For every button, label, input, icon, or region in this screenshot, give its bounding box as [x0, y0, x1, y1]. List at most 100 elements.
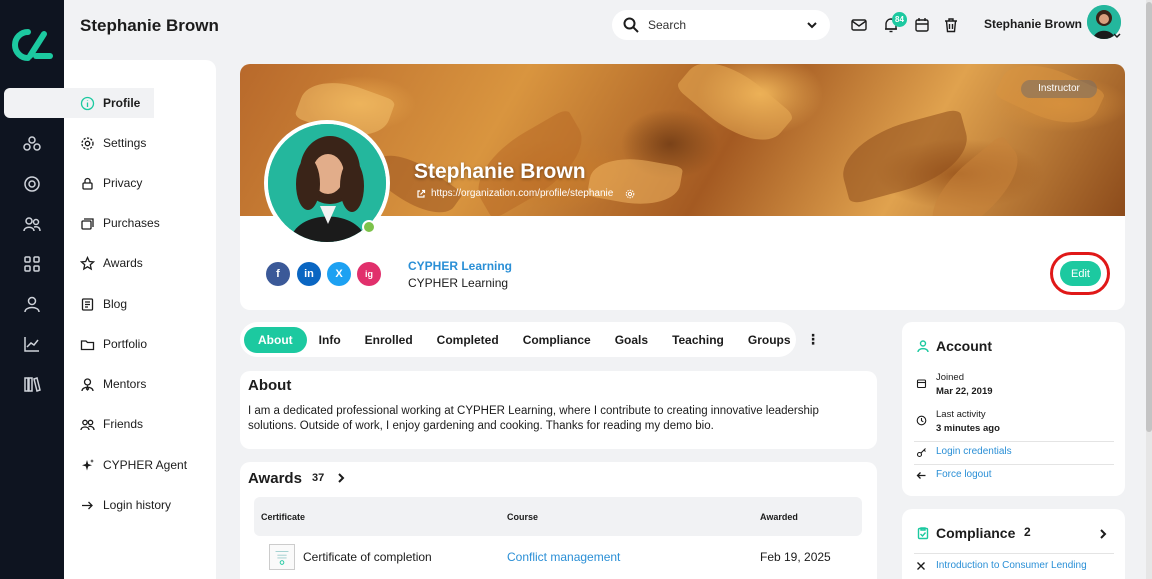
sidebar-item-label: Settings [103, 136, 147, 150]
organization-name: CYPHER Learning [408, 276, 509, 290]
tab-about[interactable]: About [244, 326, 307, 353]
trash-icon[interactable] [942, 16, 960, 34]
modules-icon[interactable] [22, 134, 42, 154]
analytics-icon[interactable] [22, 334, 42, 354]
sidebar-item-label: Profile [103, 96, 141, 110]
chevron-right-icon[interactable] [1096, 527, 1110, 541]
about-body: I am a dedicated professional working at… [248, 405, 819, 432]
sidebar-item-privacy[interactable]: Privacy [80, 173, 142, 193]
organization-link[interactable]: CYPHER Learning [408, 259, 512, 273]
sidebar-item-mentors[interactable]: Mentors [80, 374, 146, 394]
sidebar-item-profile[interactable]: Profile [80, 93, 140, 113]
chevron-right-icon[interactable] [334, 471, 348, 485]
sidebar-item-portfolio[interactable]: Portfolio [80, 334, 147, 354]
login-icon [82, 501, 93, 509]
mail-icon[interactable] [850, 16, 868, 34]
compliance-card: Compliance 2 Introduction to Consumer Le… [902, 509, 1125, 579]
sidebar-item-friends[interactable]: Friends [80, 414, 143, 434]
profile-url-text[interactable]: https://organization.com/profile/stephan… [431, 188, 613, 199]
key-icon [916, 448, 926, 458]
login-credentials-link[interactable]: Login credentials [936, 446, 1012, 457]
sidebar-item-label: Login history [103, 498, 172, 512]
header-user-name[interactable]: Stephanie Brown [984, 17, 1082, 31]
more-options-icon[interactable]: ⋮ [806, 330, 820, 348]
linkedin-icon[interactable]: in [297, 262, 321, 286]
cypher-logo-icon[interactable] [10, 28, 54, 62]
divider [914, 464, 1114, 465]
external-link-icon [417, 189, 426, 198]
awards-card: Awards 37 Certificate Course Awarded Cer… [240, 462, 877, 579]
notification-badge: 84 [892, 12, 907, 27]
instagram-icon[interactable]: ig [357, 262, 381, 286]
chevron-down-icon[interactable] [804, 17, 820, 33]
library-icon[interactable] [22, 374, 42, 394]
scrollbar-thumb[interactable] [1146, 2, 1152, 432]
account-card: Account Joined Mar 22, 2019 Last activit… [902, 322, 1125, 496]
sidebar-item-awards[interactable]: Awards [80, 253, 143, 273]
divider [914, 553, 1114, 554]
groups-icon[interactable] [22, 214, 42, 234]
sidebar-item-label: CYPHER Agent [103, 458, 188, 472]
tab-teaching[interactable]: Teaching [660, 327, 736, 353]
calendar-icon[interactable] [913, 16, 931, 34]
user-icon[interactable] [22, 294, 42, 314]
table-cell-certificate[interactable]: Certificate of completion [303, 550, 432, 564]
page-title: Stephanie Brown [80, 16, 219, 35]
mentor-icon [81, 377, 94, 391]
tab-completed[interactable]: Completed [425, 327, 511, 353]
tab-info[interactable]: Info [307, 327, 353, 353]
sidebar-item-label: Purchases [103, 216, 160, 230]
tab-groups[interactable]: Groups [736, 327, 803, 353]
target-icon[interactable] [22, 174, 42, 194]
folder-icon [80, 339, 95, 350]
role-badge: Instructor [1021, 80, 1097, 98]
about-title: About [248, 377, 292, 394]
tab-goals[interactable]: Goals [603, 327, 660, 353]
account-title: Account [936, 338, 992, 354]
facebook-icon[interactable]: f [266, 262, 290, 286]
sidebar-item-login-history[interactable]: Login history [80, 495, 171, 515]
force-logout-link[interactable]: Force logout [936, 469, 992, 480]
column-header: Course [507, 512, 539, 522]
tab-compliance[interactable]: Compliance [511, 327, 603, 353]
gear-icon [81, 136, 94, 150]
x-twitter-icon[interactable]: X [327, 262, 351, 286]
sidebar-item-label: Friends [103, 417, 144, 431]
user-icon [917, 340, 929, 353]
tab-enrolled[interactable]: Enrolled [353, 327, 425, 353]
sidebar-item-settings[interactable]: Settings [80, 133, 146, 153]
search-bar[interactable] [612, 10, 830, 40]
clock-icon [916, 415, 927, 426]
star-icon [80, 255, 95, 270]
sidebar-item-label: Awards [103, 256, 143, 270]
calendar-icon [916, 379, 927, 389]
blog-icon [81, 297, 94, 311]
about-card: About I am a dedicated professional work… [240, 371, 877, 449]
table-cell-course[interactable]: Conflict management [507, 550, 620, 564]
online-status-indicator [362, 220, 376, 234]
gear-icon[interactable] [625, 189, 635, 199]
left-rail [0, 0, 64, 579]
last-activity-value: 3 minutes ago [936, 423, 1000, 434]
sidebar-item-purchases[interactable]: Purchases [80, 213, 160, 233]
column-header: Awarded [760, 512, 798, 522]
table-cell-awarded: Feb 19, 2025 [760, 550, 831, 564]
clipboard-icon [917, 527, 929, 540]
edit-profile-button[interactable]: Edit [1060, 261, 1101, 286]
info-icon [80, 96, 95, 110]
sidebar-item-blog[interactable]: Blog [80, 294, 127, 314]
profile-url[interactable]: https://organization.com/profile/stephan… [416, 188, 640, 199]
sidebar-item-cypher-agent[interactable]: CYPHER Agent [80, 455, 187, 475]
sidebar-item-label: Mentors [103, 377, 147, 391]
compliance-title: Compliance [936, 525, 1016, 541]
chevron-down-icon[interactable] [1112, 30, 1122, 40]
compliance-item-link[interactable]: Introduction to Consumer Lending [936, 560, 1087, 571]
search-input[interactable] [648, 18, 798, 32]
sidebar-item-label: Portfolio [103, 337, 148, 351]
apps-icon[interactable] [22, 254, 42, 274]
profile-name: Stephanie Brown [414, 160, 586, 183]
column-header: Certificate [261, 512, 306, 522]
awards-count: 37 [312, 472, 325, 484]
profile-tabs: About Info Enrolled Completed Compliance… [240, 322, 796, 357]
sparkle-icon [82, 458, 94, 470]
